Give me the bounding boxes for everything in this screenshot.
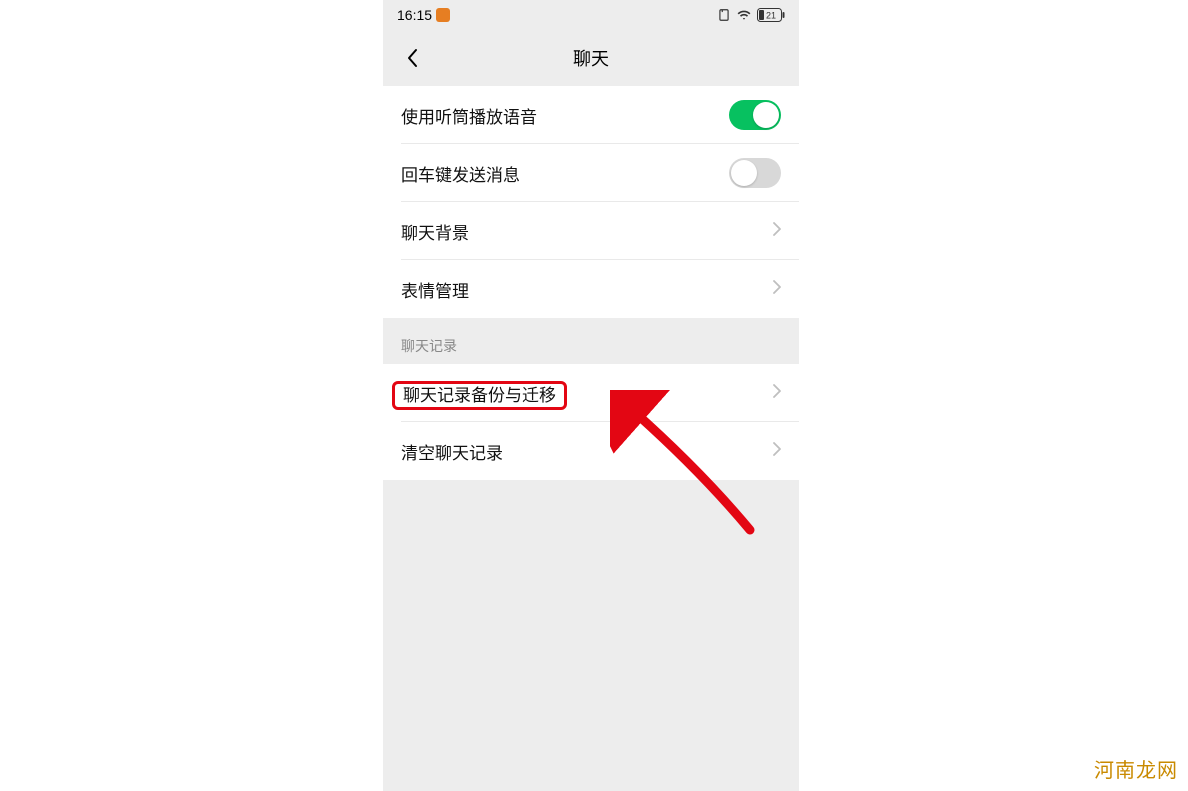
watermark: 河南龙网 bbox=[1094, 754, 1178, 783]
back-button[interactable] bbox=[397, 43, 427, 73]
annotation-highlight: 聊天记录备份与迁移 bbox=[392, 381, 567, 410]
row-label: 回车键发送消息 bbox=[401, 161, 520, 186]
status-bar: 16:15 21 bbox=[383, 0, 799, 30]
svg-text:21: 21 bbox=[766, 11, 776, 21]
row-label: 聊天背景 bbox=[401, 219, 469, 244]
row-label: 清空聊天记录 bbox=[401, 439, 503, 464]
nav-bar: 聊天 bbox=[383, 30, 799, 86]
status-left: 16:15 bbox=[397, 7, 450, 23]
row-sticker-management[interactable]: 表情管理 bbox=[383, 260, 799, 318]
app-notification-icon bbox=[436, 8, 450, 22]
row-clear-history[interactable]: 清空聊天记录 bbox=[383, 422, 799, 480]
wifi-icon bbox=[736, 8, 752, 22]
chevron-right-icon bbox=[773, 442, 781, 461]
row-backup-migrate[interactable]: 聊天记录备份与迁移 bbox=[383, 364, 799, 422]
sim-icon bbox=[717, 8, 731, 22]
status-time: 16:15 bbox=[397, 7, 432, 23]
row-label: 表情管理 bbox=[401, 277, 469, 302]
toggle-earpiece[interactable] bbox=[729, 100, 781, 130]
toggle-enter-send[interactable] bbox=[729, 158, 781, 188]
chevron-right-icon bbox=[773, 280, 781, 299]
phone-screen: 16:15 21 聊天 使用听筒播放语音 回车键发送消息 bbox=[383, 0, 799, 791]
section-header-history: 聊天记录 bbox=[383, 318, 799, 364]
settings-list: 使用听筒播放语音 回车键发送消息 聊天背景 表情管理 聊天记录 聊天记录备份与迁… bbox=[383, 86, 799, 480]
row-enter-send[interactable]: 回车键发送消息 bbox=[383, 144, 799, 202]
toggle-knob bbox=[731, 160, 757, 186]
toggle-knob bbox=[753, 102, 779, 128]
battery-icon: 21 bbox=[757, 8, 785, 22]
chevron-right-icon bbox=[773, 222, 781, 241]
page-title: 聊天 bbox=[573, 45, 609, 71]
status-right: 21 bbox=[717, 8, 785, 22]
row-chat-background[interactable]: 聊天背景 bbox=[383, 202, 799, 260]
row-label: 使用听筒播放语音 bbox=[401, 103, 537, 128]
chevron-right-icon bbox=[773, 384, 781, 403]
row-earpiece-voice[interactable]: 使用听筒播放语音 bbox=[383, 86, 799, 144]
chevron-left-icon bbox=[406, 48, 418, 68]
row-label: 聊天记录备份与迁移 bbox=[401, 381, 567, 406]
